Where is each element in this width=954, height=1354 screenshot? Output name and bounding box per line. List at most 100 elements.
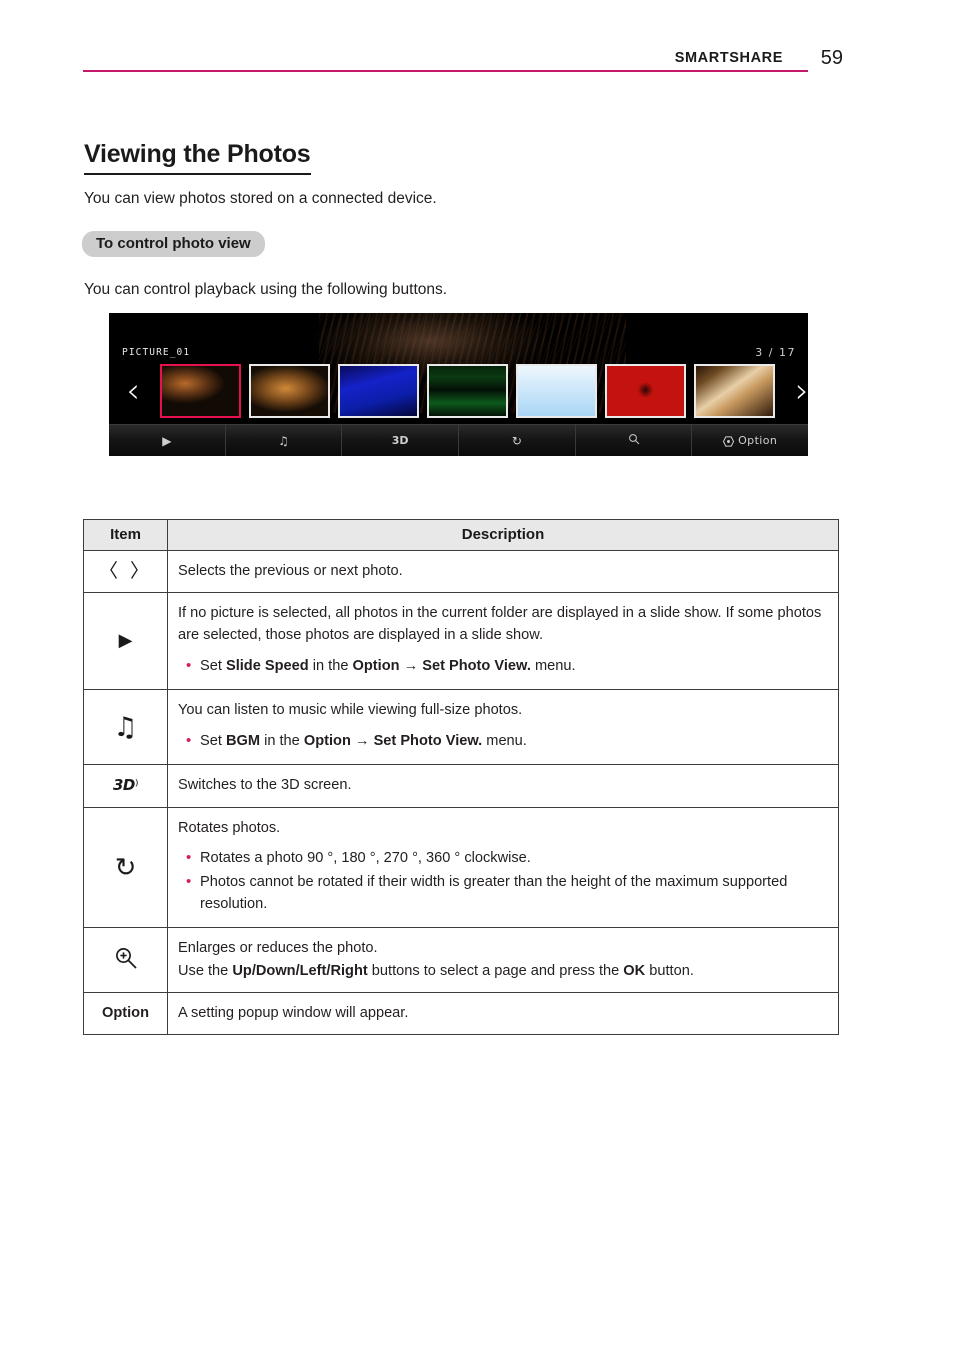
- thumbnail-filmstrip: ‹ ›: [109, 357, 808, 425]
- text-run: Option: [303, 732, 351, 749]
- photo-viewer-toolbar: ▶ ♫ 3D ↻ Option: [109, 424, 808, 456]
- bullet-list: Rotates a photo 90 °, 180 °, 270 °, 360 …: [178, 847, 828, 916]
- table-header-row: Item Description: [83, 519, 839, 551]
- toolbar-zoom-button[interactable]: [576, 425, 693, 456]
- description-cell: Switches to the 3D screen.: [167, 764, 839, 808]
- prev-photo-button[interactable]: ‹: [109, 357, 157, 425]
- table-row: 〈 〉 Selects the previous or next photo.: [83, 549, 839, 594]
- toolbar-rotate-button[interactable]: ↻: [459, 425, 576, 456]
- description-text: Rotates photos.: [178, 819, 281, 836]
- item-cell: [83, 927, 168, 993]
- thumbnail-item-4[interactable]: [427, 364, 508, 418]
- prev-next-arrows-icon: 〈 〉: [98, 560, 153, 583]
- rotate-icon: ↻: [511, 433, 522, 448]
- item-cell: ↻: [83, 806, 168, 929]
- list-item: Set BGM in the Option → Set Photo View. …: [178, 730, 828, 753]
- thumbnail-item-6[interactable]: [605, 364, 686, 418]
- description-cell: You can listen to music while viewing fu…: [167, 689, 839, 766]
- text-run: Set Photo View.: [373, 732, 483, 749]
- thumbnail-item-5[interactable]: [516, 364, 597, 418]
- item-cell: ▶: [83, 592, 168, 691]
- description-text: Enlarges or reduces the photo.: [178, 940, 378, 957]
- table-row: ↻ Rotates photos. Rotates a photo 90 °, …: [83, 806, 839, 929]
- text-run: in the: [308, 657, 353, 674]
- photo-viewer-screenshot: PICTURE_01 3 / 17 ‹ › ▶ ♫ 3D ↻ Option: [109, 313, 808, 456]
- magnifier-icon: [628, 433, 640, 448]
- toolbar-option-button[interactable]: Option: [692, 425, 808, 456]
- page-title: Viewing the Photos: [84, 140, 311, 175]
- description-rich-text: Use the Up/Down/Left/Right buttons to se…: [178, 960, 828, 982]
- table-row: Option A setting popup window will appea…: [83, 991, 839, 1036]
- text-run: →: [399, 657, 423, 674]
- bullet-list: Set BGM in the Option → Set Photo View. …: [178, 730, 828, 753]
- lead-paragraph: You can control playback using the follo…: [84, 281, 448, 298]
- description-text: Switches to the 3D screen.: [178, 777, 352, 794]
- rotate-icon: ↻: [114, 852, 137, 883]
- text-run: Use the: [178, 962, 233, 979]
- list-item: Photos cannot be rotated if their width …: [178, 871, 828, 916]
- text-run: menu.: [530, 657, 576, 674]
- toolbar-3d-button[interactable]: 3D: [342, 425, 460, 456]
- table-row: Enlarges or reduces the photo. Use the U…: [83, 927, 839, 993]
- table-row: ♫ You can listen to music while viewing …: [83, 689, 839, 766]
- next-photo-button[interactable]: ›: [778, 357, 808, 425]
- text-run: Set: [200, 732, 226, 749]
- description-cell: Selects the previous or next photo.: [167, 549, 839, 594]
- photo-counter-label: 3 / 17: [755, 346, 796, 359]
- text-run: →: [350, 732, 374, 749]
- description-cell: If no picture is selected, all photos in…: [167, 592, 839, 691]
- text-run: in the: [260, 732, 304, 749]
- item-cell: 〈 〉: [83, 549, 168, 594]
- text-run: menu.: [482, 732, 527, 749]
- subsection-badge: To control photo view: [82, 231, 265, 257]
- three-d-icon: 3D⁾: [112, 776, 139, 795]
- toolbar-play-button[interactable]: ▶: [109, 425, 226, 456]
- table-row: 3D⁾ Switches to the 3D screen.: [83, 764, 839, 808]
- description-cell: Enlarges or reduces the photo. Use the U…: [167, 927, 839, 993]
- thumbnail-item-2[interactable]: [249, 364, 330, 418]
- page-header: SMARTSHARE 59: [83, 44, 855, 72]
- bullet-list: Set Slide Speed in the Option → Set Phot…: [178, 655, 828, 678]
- header-title: SMARTSHARE: [674, 50, 783, 66]
- toolbar-music-button[interactable]: ♫: [226, 425, 343, 456]
- toolbar-option-label: Option: [738, 434, 778, 447]
- page-number: 59: [820, 47, 843, 69]
- music-note-icon: ♫: [113, 711, 138, 743]
- thumbnail-item-1[interactable]: [160, 364, 241, 418]
- description-cell: Rotates photos. Rotates a photo 90 °, 18…: [167, 806, 839, 929]
- description-cell: A setting popup window will appear.: [167, 991, 839, 1036]
- text-run: Set Photo View.: [422, 657, 531, 674]
- item-cell: 3D⁾: [83, 764, 168, 808]
- text-run: Set: [200, 657, 226, 674]
- description-text: You can listen to music while viewing fu…: [178, 702, 523, 719]
- thumbnail-list: [157, 364, 778, 418]
- item-cell: Option: [83, 991, 168, 1036]
- photo-controls-table: Item Description 〈 〉 Selects the previou…: [83, 519, 839, 1036]
- play-icon: ▶: [118, 630, 133, 652]
- music-note-icon: ♫: [278, 433, 289, 448]
- magnifier-plus-icon: [113, 945, 139, 971]
- text-run: BGM: [225, 732, 261, 749]
- description-text: If no picture is selected, all photos in…: [178, 605, 822, 644]
- thumbnail-item-3[interactable]: [338, 364, 419, 418]
- thumbnail-item-7[interactable]: [694, 364, 775, 418]
- photo-filename-label: PICTURE_01: [122, 347, 191, 358]
- header-rule: [83, 70, 808, 72]
- item-cell: ♫: [83, 689, 168, 766]
- table-row: ▶ If no picture is selected, all photos …: [83, 592, 839, 691]
- description-text: A setting popup window will appear.: [178, 1004, 409, 1021]
- intro-paragraph: You can view photos stored on a connecte…: [84, 190, 437, 207]
- play-icon: ▶: [162, 433, 172, 448]
- column-header-description: Description: [167, 519, 839, 551]
- text-run: OK: [623, 962, 646, 979]
- list-item: Set Slide Speed in the Option → Set Phot…: [178, 655, 828, 678]
- column-header-item: Item: [83, 519, 168, 551]
- text-run: Up/Down/Left/Right: [232, 962, 368, 979]
- text-run: Option: [352, 657, 400, 674]
- text-run: button.: [645, 962, 694, 979]
- option-label: Option: [101, 1005, 149, 1022]
- text-run: buttons to select a page and press the: [367, 962, 624, 979]
- option-gear-icon: [723, 435, 735, 447]
- list-item: Rotates a photo 90 °, 180 °, 270 °, 360 …: [178, 847, 828, 870]
- text-run: Slide Speed: [225, 657, 309, 674]
